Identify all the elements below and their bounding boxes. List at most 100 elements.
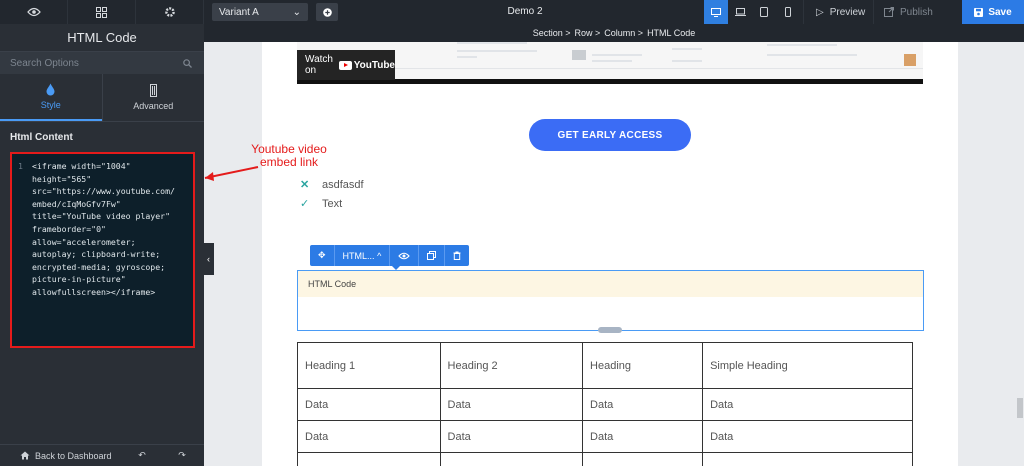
youtube-logo: YouTube <box>338 59 395 71</box>
back-to-dashboard-button[interactable]: Back to Dashboard <box>0 451 122 461</box>
grid-icon[interactable] <box>68 0 136 24</box>
html-block-label: HTML Code <box>298 271 923 297</box>
advanced-settings-icon <box>149 84 157 97</box>
publish-label: Publish <box>900 6 933 18</box>
preview-label: Preview <box>829 6 866 18</box>
tablet-icon[interactable] <box>752 0 776 24</box>
list-item-text: asdfasdf <box>322 178 364 191</box>
tab-style-label: Style <box>40 100 61 110</box>
table-header-row: Heading 1 Heading 2 Heading Simple Headi… <box>297 342 913 389</box>
preview-button[interactable]: ▷ Preview <box>803 0 873 24</box>
resize-handle[interactable] <box>598 327 622 333</box>
table-row <box>297 452 913 466</box>
laptop-icon[interactable] <box>728 0 752 24</box>
annotation-label: Youtube video embed link <box>244 143 334 169</box>
chevron-left-icon: ‹ <box>207 254 210 264</box>
variant-label: Variant A <box>219 6 259 18</box>
search-options-input[interactable]: Search Options <box>0 52 204 74</box>
home-icon <box>20 451 30 460</box>
list-item[interactable]: ✓ Text <box>300 194 364 213</box>
html-code-editor[interactable]: 1 <iframe width="1004" height="565" src=… <box>10 152 195 348</box>
table-cell[interactable] <box>297 452 441 466</box>
watch-on-label: Watch on <box>305 54 333 76</box>
table-cell[interactable]: Data <box>582 388 704 421</box>
youtube-wordmark: YouTube <box>353 59 395 71</box>
visibility-eye-icon[interactable] <box>390 245 420 266</box>
external-link-icon <box>884 7 894 17</box>
table-cell[interactable] <box>439 452 584 466</box>
chevron-up-icon: ^ <box>377 250 382 261</box>
variant-select[interactable]: Variant A ⌄ <box>212 3 308 21</box>
get-early-access-button[interactable]: GET EARLY ACCESS <box>529 119 691 151</box>
breadcrumb: Section > Row > Column > HTML Code <box>204 24 1024 42</box>
code-line: 1 <iframe width="1004" height="565" src=… <box>16 160 189 299</box>
eye-icon[interactable] <box>0 0 68 24</box>
breadcrumb-column[interactable]: Column > <box>604 28 643 38</box>
publish-button[interactable]: Publish <box>873 0 961 24</box>
sidebar: HTML Code Search Options Style Advanced … <box>0 24 204 466</box>
add-variant-button[interactable] <box>316 3 338 21</box>
element-type-label: HTML... <box>342 250 375 261</box>
duplicate-icon[interactable] <box>419 245 446 266</box>
breadcrumb-current: HTML Code <box>647 28 696 38</box>
line-number: 1 <box>18 161 23 171</box>
table-cell[interactable]: Data <box>439 420 584 453</box>
annotation-line-2: embed link <box>259 155 319 169</box>
tab-style[interactable]: Style <box>0 74 102 121</box>
mobile-icon[interactable] <box>776 0 800 24</box>
table-cell[interactable]: Data <box>297 420 441 453</box>
sidebar-tabs: Style Advanced <box>0 74 204 122</box>
table-cell[interactable]: Data <box>702 388 913 421</box>
youtube-play-icon <box>338 60 352 70</box>
sidebar-title: HTML Code <box>0 24 204 52</box>
element-toolbar: ✥ HTML... ^ <box>310 245 470 266</box>
breadcrumb-section[interactable]: Section > <box>533 28 571 38</box>
search-placeholder: Search Options <box>10 57 79 69</box>
watch-on-youtube-badge[interactable]: Watch on YouTube <box>297 50 395 80</box>
check-icon: ✓ <box>300 198 310 210</box>
redo-icon[interactable]: ↷ <box>162 450 202 461</box>
list-item-text: Text <box>322 197 343 210</box>
x-icon: ✕ <box>300 179 310 191</box>
table-row: Data Data Data Data <box>297 420 913 453</box>
tab-advanced[interactable]: Advanced <box>101 74 205 121</box>
undo-icon[interactable]: ↶ <box>122 450 162 461</box>
plus-circle-icon <box>322 7 332 17</box>
table-cell[interactable]: Data <box>297 388 441 421</box>
page-canvas: Watch on YouTube GET EARLY ACCESS ✕ asdf… <box>262 42 958 466</box>
desktop-icon[interactable] <box>704 0 728 24</box>
canvas-scrollbar[interactable] <box>1017 398 1023 418</box>
tab-advanced-label: Advanced <box>133 101 174 111</box>
table-cell[interactable] <box>702 452 913 466</box>
table-cell[interactable]: Data <box>439 388 584 421</box>
move-icon[interactable]: ✥ <box>310 245 335 266</box>
back-label: Back to Dashboard <box>35 450 112 461</box>
icon-list: ✕ asdfasdf ✓ Text <box>300 175 364 213</box>
breadcrumb-row[interactable]: Row > <box>575 28 601 38</box>
table-header-cell[interactable]: Simple Heading <box>702 342 913 389</box>
trash-icon[interactable] <box>445 245 469 266</box>
table-row: Data Data Data Data <box>297 388 913 421</box>
collapse-sidebar-button[interactable]: ‹ <box>203 243 214 275</box>
device-switcher <box>704 0 800 24</box>
table-cell[interactable]: Data <box>582 420 704 453</box>
chevron-down-icon: ⌄ <box>292 6 301 18</box>
table-cell[interactable] <box>582 452 704 466</box>
top-bar: Variant A ⌄ Demo 2 ▷ Preview Publish Sav… <box>0 0 1024 24</box>
top-icon-group <box>0 0 204 24</box>
table-header-cell[interactable]: Heading 2 <box>439 342 584 389</box>
save-label: Save <box>988 6 1012 18</box>
gear-icon[interactable] <box>136 0 204 24</box>
play-icon: ▷ <box>816 6 824 18</box>
html-code-block[interactable]: HTML Code <box>297 270 924 333</box>
video-thumbnail <box>904 54 916 66</box>
list-item[interactable]: ✕ asdfasdf <box>300 175 364 194</box>
droplet-icon <box>46 83 55 96</box>
save-button[interactable]: Save <box>962 0 1024 24</box>
table-header-cell[interactable]: Heading 1 <box>297 342 441 389</box>
table-cell[interactable]: Data <box>702 420 913 453</box>
code-content[interactable]: <iframe width="1004" height="565" src="h… <box>32 160 175 299</box>
table-header-cell[interactable]: Heading <box>582 342 704 389</box>
data-table: Heading 1 Heading 2 Heading Simple Headi… <box>297 342 913 466</box>
element-type-dropdown[interactable]: HTML... ^ <box>335 245 391 266</box>
